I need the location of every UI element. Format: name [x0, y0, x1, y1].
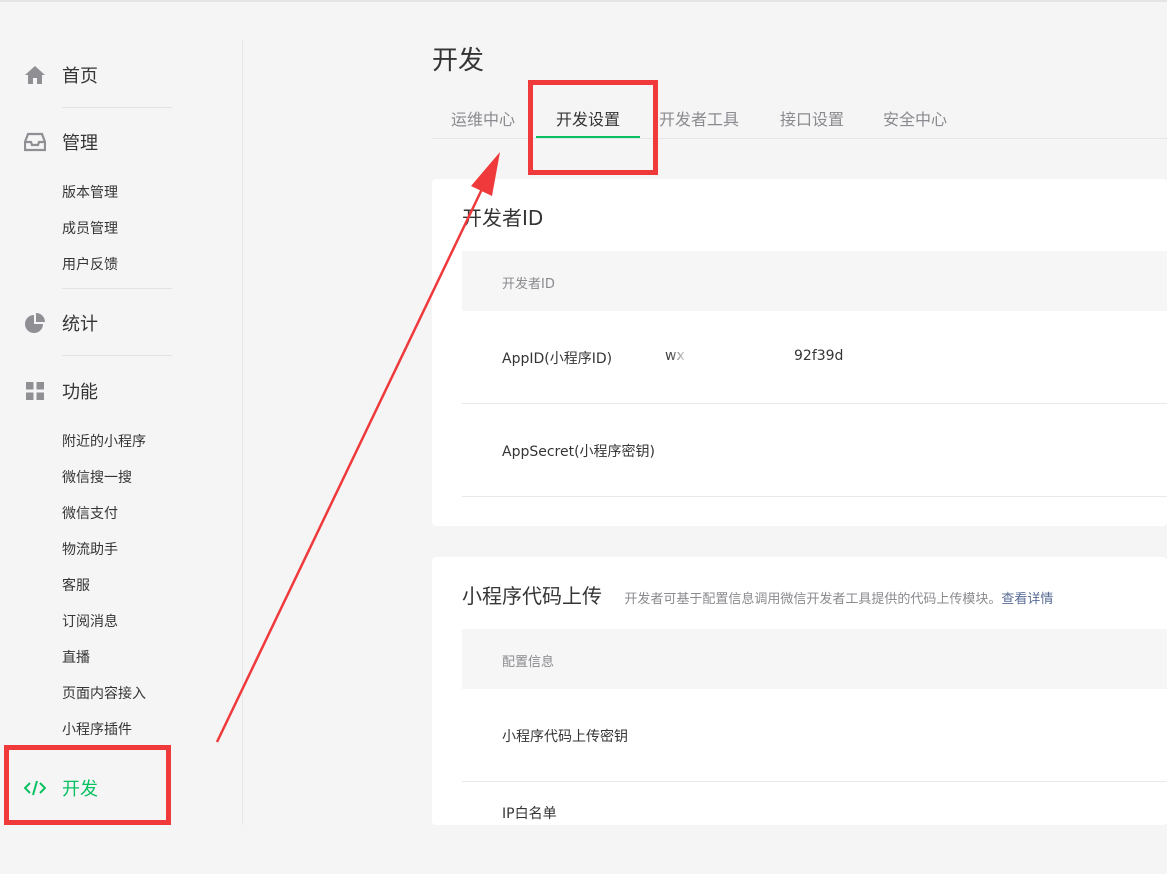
nav-sub-subscribe[interactable]: 订阅消息 — [62, 611, 118, 631]
nav-stats[interactable]: 统计 — [24, 310, 98, 336]
config-header-label: 配置信息 — [502, 655, 555, 670]
nav-home[interactable]: 首页 — [24, 62, 98, 88]
nav-sub-service[interactable]: 客服 — [62, 575, 90, 595]
sidebar-border — [242, 40, 243, 825]
upload-key-label: 小程序代码上传密钥 — [502, 729, 628, 745]
table-row: AppID(小程序ID) wx 92f39d — [462, 311, 1167, 404]
nav-sub-content[interactable]: 页面内容接入 — [62, 683, 146, 703]
nav-sub-nearby[interactable]: 附近的小程序 — [62, 431, 146, 451]
appid-value-prefix: wx — [665, 348, 685, 364]
code-upload-card: 小程序代码上传 开发者可基于配置信息调用微信开发者工具提供的代码上传模块。查看详… — [432, 557, 1167, 825]
appid-label: AppID(小程序ID) — [502, 351, 613, 367]
ip-whitelist-label: IP白名单 — [502, 806, 557, 822]
nav-sub-pay[interactable]: 微信支付 — [62, 503, 118, 523]
nav-sub-members[interactable]: 成员管理 — [62, 218, 118, 238]
nav-stats-label: 统计 — [62, 314, 98, 335]
code-upload-title-text: 小程序代码上传 — [462, 584, 602, 608]
nav-sub-search[interactable]: 微信搜一搜 — [62, 467, 132, 487]
inbox-icon — [24, 131, 46, 153]
grid-icon — [24, 380, 46, 402]
dev-id-card-title: 开发者ID — [462, 206, 544, 230]
highlight-box-dev — [4, 745, 171, 825]
nav-sub-plugin[interactable]: 小程序插件 — [62, 719, 132, 739]
table-row: AppSecret(小程序密钥) — [462, 404, 1167, 497]
highlight-box-tab — [528, 80, 658, 175]
redaction-blur — [688, 338, 768, 374]
nav-sub-feedback[interactable]: 用户反馈 — [62, 254, 118, 274]
nav-features-label: 功能 — [62, 382, 98, 403]
code-upload-card-title: 小程序代码上传 开发者可基于配置信息调用微信开发者工具提供的代码上传模块。查看详… — [462, 580, 1053, 609]
tab-dev-tools[interactable]: 开发者工具 — [659, 106, 739, 130]
pie-chart-icon — [24, 312, 46, 334]
dev-id-header-label: 开发者ID — [502, 277, 555, 292]
nav-divider — [62, 288, 172, 289]
tab-ops[interactable]: 运维中心 — [451, 106, 515, 130]
table-row: IP白名单 — [462, 782, 1167, 874]
nav-sub-live[interactable]: 直播 — [62, 647, 90, 667]
nav-sub-logistics[interactable]: 物流助手 — [62, 539, 118, 559]
dev-id-card: 开发者ID 开发者ID AppID(小程序ID) wx 92f39d AppSe… — [432, 179, 1167, 526]
tab-api-settings[interactable]: 接口设置 — [780, 106, 844, 130]
nav-manage-label: 管理 — [62, 133, 98, 154]
nav-sub-version[interactable]: 版本管理 — [62, 182, 118, 202]
view-details-link[interactable]: 查看详情 — [1001, 592, 1053, 607]
nav-features[interactable]: 功能 — [24, 378, 98, 404]
nav-home-label: 首页 — [62, 66, 98, 87]
config-table-header: 配置信息 — [462, 629, 1167, 689]
dev-id-table-header: 开发者ID — [462, 251, 1167, 311]
appsecret-label: AppSecret(小程序密钥) — [502, 444, 656, 460]
home-icon — [24, 64, 46, 86]
nav-divider — [62, 107, 172, 108]
sidebar: 首页 管理 版本管理 成员管理 用户反馈 统计 功能 附近的小程序 微信搜一搜 … — [0, 2, 242, 825]
tab-security[interactable]: 安全中心 — [883, 106, 947, 130]
nav-manage[interactable]: 管理 — [24, 129, 98, 155]
appid-value-suffix: 92f39d — [794, 348, 844, 364]
page-title: 开发 — [432, 46, 485, 76]
nav-divider — [62, 355, 172, 356]
code-upload-subtitle: 开发者可基于配置信息调用微信开发者工具提供的代码上传模块。 — [624, 592, 1002, 607]
table-row: 小程序代码上传密钥 — [462, 689, 1167, 782]
